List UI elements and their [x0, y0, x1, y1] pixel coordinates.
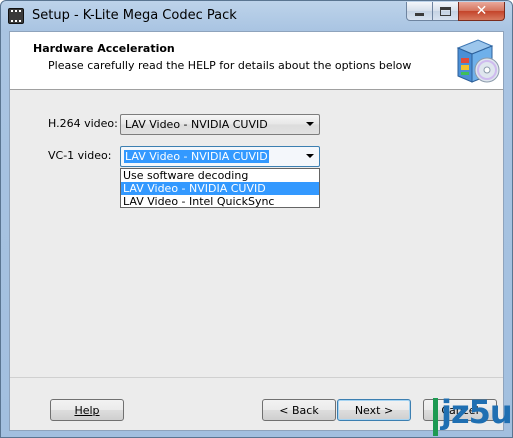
- minimize-button[interactable]: [406, 2, 433, 21]
- title-bar[interactable]: Setup - K-Lite Mega Codec Pack ✕: [1, 1, 512, 31]
- window-title: Setup - K-Lite Mega Codec Pack: [32, 8, 237, 23]
- vc1-decoder-select[interactable]: LAV Video - NVIDIA CUVID: [120, 146, 320, 167]
- maximize-button[interactable]: [432, 2, 459, 21]
- film-clapper-icon: [8, 8, 24, 24]
- h264-label: H.264 video:: [48, 117, 118, 130]
- close-button[interactable]: ✕: [458, 2, 505, 21]
- h264-decoder-select[interactable]: LAV Video - NVIDIA CUVID: [120, 114, 320, 135]
- maximize-icon: [440, 6, 451, 16]
- site-watermark: jz5u: [433, 392, 513, 438]
- wizard-page: Hardware Acceleration Please carefully r…: [9, 31, 504, 431]
- wizard-header: Hardware Acceleration Please carefully r…: [10, 32, 503, 90]
- next-button[interactable]: Next >: [337, 399, 411, 421]
- page-subtitle: Please carefully read the HELP for detai…: [48, 59, 412, 72]
- watermark-bar: [433, 398, 438, 436]
- vc1-dropdown-list: Use software decoding LAV Video - NVIDIA…: [120, 168, 320, 208]
- chevron-down-icon: [306, 154, 314, 158]
- dropdown-option-nvidia-cuvid[interactable]: LAV Video - NVIDIA CUVID: [121, 182, 319, 195]
- back-button[interactable]: < Back: [262, 399, 336, 421]
- next-button-label: Next >: [354, 403, 394, 417]
- page-title: Hardware Acceleration: [33, 42, 175, 55]
- footer-divider: [10, 377, 503, 378]
- watermark-text: jz5u: [441, 393, 513, 431]
- codec-box-cd-icon: [456, 39, 500, 83]
- h264-selected-value: LAV Video - NVIDIA CUVID: [125, 118, 268, 131]
- dropdown-option-software[interactable]: Use software decoding: [121, 169, 319, 182]
- help-button-label: Help: [74, 403, 100, 417]
- dropdown-option-intel-quicksync[interactable]: LAV Video - Intel QuickSync: [121, 195, 319, 208]
- back-button-label: < Back: [279, 403, 319, 417]
- chevron-down-icon: [306, 122, 314, 126]
- help-button[interactable]: Help: [50, 399, 124, 421]
- vc1-selected-value: LAV Video - NVIDIA CUVID: [124, 150, 269, 163]
- minimize-icon: [415, 13, 424, 16]
- vc1-label: VC-1 video:: [48, 149, 112, 162]
- setup-window: Setup - K-Lite Mega Codec Pack ✕ Hardwar…: [0, 0, 513, 438]
- close-icon: ✕: [475, 3, 488, 19]
